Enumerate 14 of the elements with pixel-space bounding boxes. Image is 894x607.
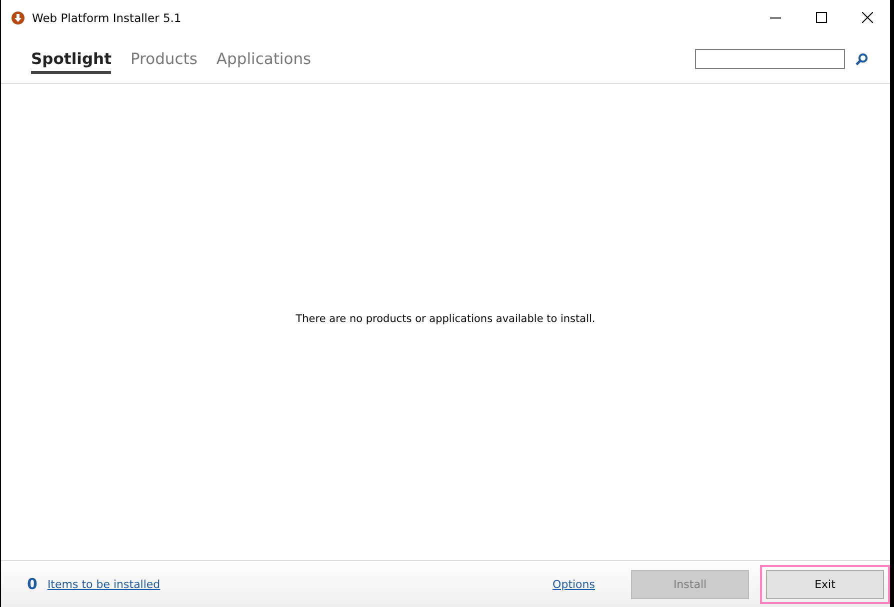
- options-link[interactable]: Options: [552, 578, 595, 590]
- item-count: 0: [27, 575, 38, 593]
- window-title: Web Platform Installer 5.1: [32, 10, 182, 24]
- empty-message: There are no products or applications available to install.: [296, 313, 596, 325]
- nav-tab[interactable]: Applications: [216, 50, 312, 74]
- search-icon[interactable]: [855, 52, 868, 66]
- exit-button[interactable]: Exit: [766, 570, 884, 598]
- nav-tab[interactable]: Products: [130, 50, 198, 74]
- close-icon: [862, 12, 872, 23]
- items-link[interactable]: Items to be installed: [47, 578, 160, 590]
- nav-tab[interactable]: Spotlight: [31, 50, 112, 74]
- maximize-icon: [816, 12, 826, 23]
- app-logo-icon: [11, 10, 25, 24]
- search-field[interactable]: [695, 49, 845, 69]
